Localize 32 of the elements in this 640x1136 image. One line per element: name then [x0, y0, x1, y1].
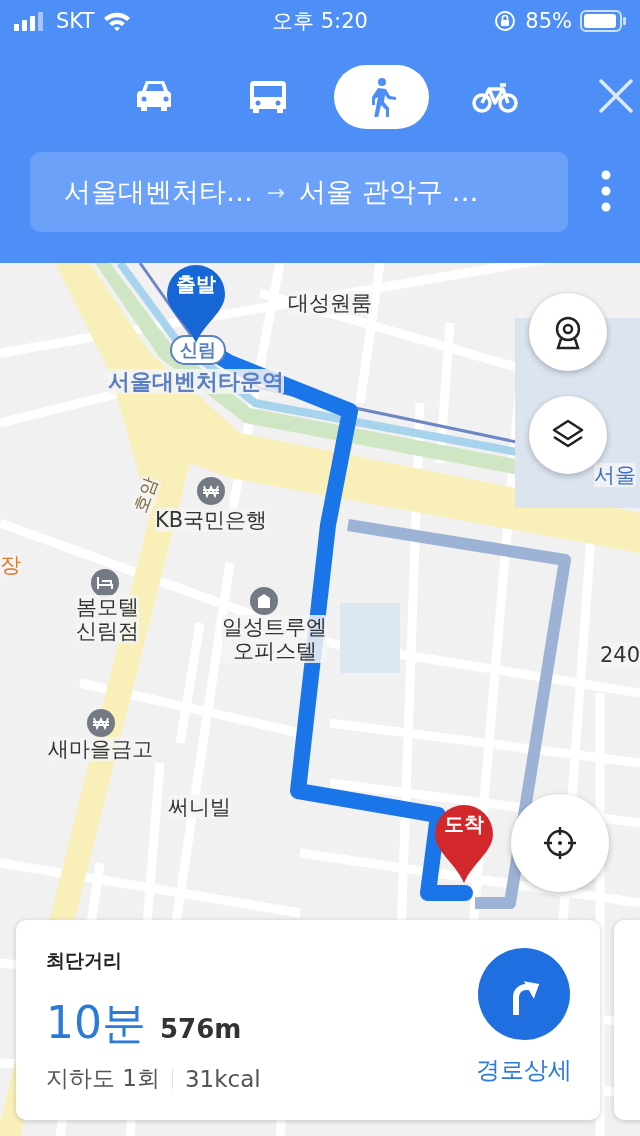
map-place-label: 써니빌 [168, 795, 231, 820]
map-place-label: 새마을금고 [48, 737, 153, 762]
battery-icon [580, 10, 626, 32]
map-place-label: 서울대벤처타운역 [108, 369, 284, 395]
route-type-label: 최단거리 [46, 948, 123, 973]
travel-time: 10분 [46, 996, 146, 1050]
rotation-lock-icon [493, 9, 518, 33]
map-place-label: 대성원룸 [288, 291, 372, 316]
map-place-label: 봄모텔 신림점 [76, 595, 139, 644]
bank-icon [196, 476, 226, 506]
route-detail-text: 31kcal [184, 1065, 261, 1092]
map-place-label: 서울 [594, 463, 636, 488]
route-detail-text: 지하도 1회 [46, 1064, 160, 1093]
route-arrow: → [267, 179, 286, 205]
destination-text: 서울 관악구 … [299, 175, 479, 209]
building-footprint [340, 603, 400, 673]
wifi-icon [102, 10, 133, 32]
route-details-link[interactable]: 경로상세 [476, 1054, 572, 1086]
carrier-name: SKT [56, 9, 95, 33]
building-icon [249, 586, 279, 616]
battery-percent: 85% [525, 9, 572, 33]
more-icon [600, 168, 612, 213]
clock-time: 오후 5:20 [271, 8, 369, 35]
end-marker: 도착 [433, 803, 495, 885]
bank-icon [86, 708, 116, 738]
route-field[interactable]: 서울대벤처타… → 서울 관악구 … [30, 152, 568, 232]
my-location-icon [542, 825, 578, 861]
map-place-label: 일성트루엘 오피스텔 [222, 615, 327, 664]
hotel-icon [90, 568, 120, 598]
distance-text: 576m [160, 1014, 242, 1044]
origin-text: 서울대벤처타… [64, 175, 253, 209]
map-place-label: 장 [0, 553, 21, 578]
